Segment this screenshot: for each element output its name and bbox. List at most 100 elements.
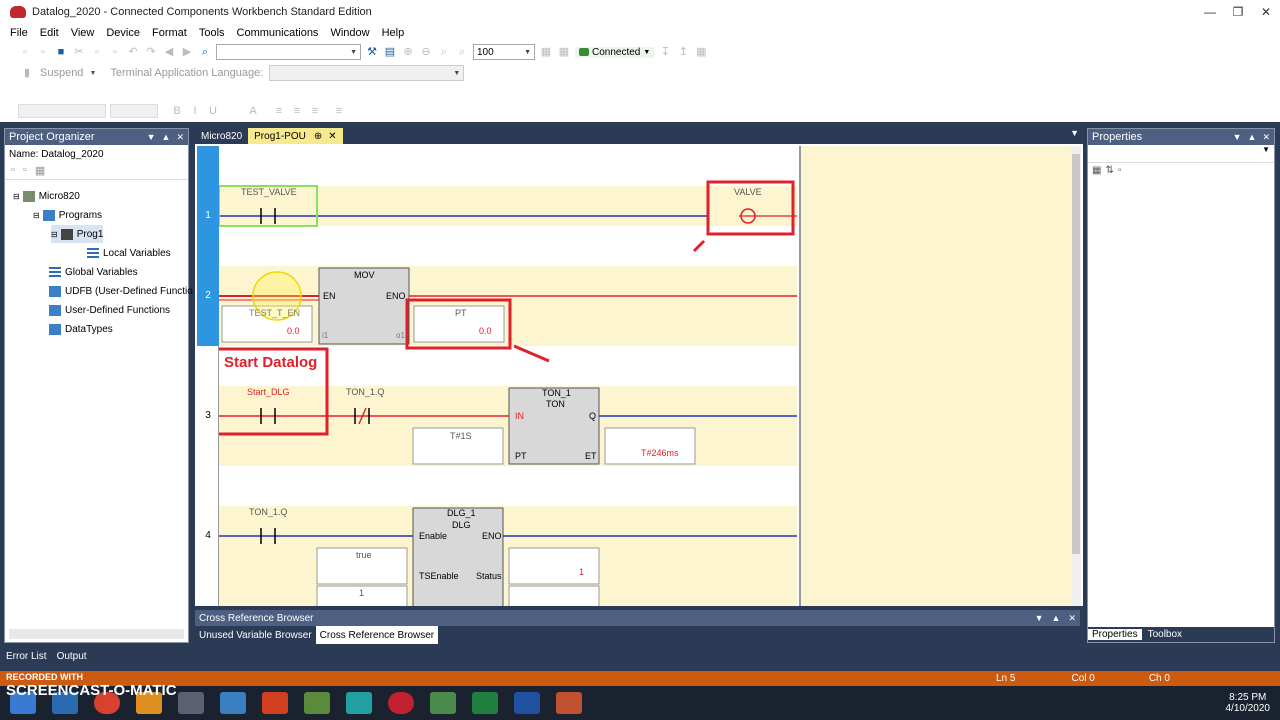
menu-help[interactable]: Help: [376, 27, 411, 39]
list-icon[interactable]: ≡: [332, 105, 346, 117]
zoom-out-icon[interactable]: ⊖: [419, 46, 433, 58]
grid-icon[interactable]: ▦: [35, 164, 45, 179]
back-icon[interactable]: ◀: [162, 46, 176, 58]
app-icon[interactable]: [220, 692, 246, 714]
forward-icon[interactable]: ▶: [180, 46, 194, 58]
pin-icon[interactable]: ▲: [1248, 132, 1257, 143]
tree-item-local-variables[interactable]: Local Variables: [87, 244, 171, 262]
paste-icon[interactable]: ▫: [108, 46, 122, 58]
value-label[interactable]: T#1S: [450, 431, 472, 441]
collapse-icon[interactable]: ▫: [23, 164, 27, 179]
connection-status[interactable]: Connected ▼: [575, 46, 655, 58]
value-label[interactable]: true: [356, 550, 372, 560]
notes-icon[interactable]: [346, 692, 372, 714]
close-icon[interactable]: ✕: [1262, 132, 1270, 143]
tree-item-udf[interactable]: User-Defined Functions: [49, 301, 170, 319]
find-icon[interactable]: ⌕: [198, 46, 212, 58]
ccw-icon[interactable]: [388, 692, 414, 714]
excel-icon[interactable]: [472, 692, 498, 714]
device-icon[interactable]: ▤: [383, 46, 397, 58]
minimize-button[interactable]: —: [1196, 5, 1224, 19]
size-combo[interactable]: [110, 104, 158, 118]
menu-communications[interactable]: Communications: [231, 27, 325, 39]
italic-icon[interactable]: I: [188, 105, 202, 117]
dropdown-icon[interactable]: ▼: [147, 132, 156, 143]
menu-view[interactable]: View: [65, 27, 101, 39]
tree-item-programs[interactable]: ⊟ Programs: [33, 206, 102, 224]
new-icon[interactable]: ▫: [18, 46, 32, 58]
vertical-scrollbar[interactable]: [1071, 146, 1081, 606]
alphabetical-icon[interactable]: ⇅: [1105, 165, 1113, 176]
cut-icon[interactable]: ✂: [72, 46, 86, 58]
suspend-button[interactable]: Suspend: [40, 67, 83, 79]
align-right-icon[interactable]: ≡: [308, 105, 322, 117]
tab-error-list[interactable]: Error List: [6, 651, 47, 662]
align-center-icon[interactable]: ≡: [290, 105, 304, 117]
find-combo[interactable]: ▼: [216, 44, 361, 60]
menu-edit[interactable]: Edit: [34, 27, 65, 39]
variable-label[interactable]: TEST_T_EN: [249, 308, 300, 318]
menu-window[interactable]: Window: [324, 27, 375, 39]
zoom-in-icon[interactable]: ⊕: [401, 46, 415, 58]
contact-label[interactable]: Start_DLG: [247, 387, 290, 397]
contact-label[interactable]: TON_1.Q: [346, 387, 384, 397]
coil-label[interactable]: VALVE: [734, 187, 762, 197]
tree-item-prog1[interactable]: ⊟ Prog1: [51, 225, 104, 243]
close-button[interactable]: ✕: [1252, 5, 1280, 19]
undo-icon[interactable]: ↶: [126, 46, 140, 58]
upload-icon[interactable]: ↥: [676, 46, 690, 58]
clock-time[interactable]: 8:25 PM: [1226, 692, 1271, 703]
calc-icon[interactable]: [304, 692, 330, 714]
align-left-icon[interactable]: ≡: [272, 105, 286, 117]
tab-unused-variable-browser[interactable]: Unused Variable Browser: [195, 626, 316, 644]
close-icon[interactable]: ✕: [1068, 613, 1076, 624]
terminal-language-combo[interactable]: ▼: [269, 65, 465, 81]
properties-combo[interactable]: ▼: [1088, 145, 1274, 163]
maximize-button[interactable]: ❐: [1224, 5, 1252, 19]
media-icon[interactable]: [556, 692, 582, 714]
menu-format[interactable]: Format: [146, 27, 193, 39]
menu-file[interactable]: File: [4, 27, 34, 39]
underline-icon[interactable]: U: [206, 105, 220, 117]
zoom-reset-icon[interactable]: ⌕: [455, 46, 469, 58]
menu-tools[interactable]: Tools: [193, 27, 231, 39]
tab-toolbox[interactable]: Toolbox: [1142, 629, 1188, 640]
tab-dropdown-icon[interactable]: ▼: [1070, 128, 1083, 144]
layout-icon[interactable]: ▦: [539, 46, 553, 58]
draw-icon[interactable]: [262, 692, 288, 714]
bold-icon[interactable]: B: [170, 105, 184, 117]
dropdown-icon[interactable]: ▼: [1233, 132, 1242, 143]
suspend-icon[interactable]: ▮: [20, 67, 34, 79]
download-icon[interactable]: ↧: [658, 46, 672, 58]
expand-icon[interactable]: ▫: [11, 164, 15, 179]
tree-item-global-variables[interactable]: Global Variables: [49, 263, 138, 281]
ladder-diagram[interactable]: TEST_VALVE VALVE MOV EN ENO i1 o1 TEST_T…: [219, 146, 797, 606]
layout2-icon[interactable]: ▦: [557, 46, 571, 58]
contact-label[interactable]: TEST_VALVE: [241, 187, 297, 197]
close-tab-icon[interactable]: ✕: [328, 131, 336, 142]
variable-label[interactable]: PT: [455, 308, 467, 318]
close-icon[interactable]: ✕: [176, 132, 184, 143]
value-label[interactable]: 1: [359, 588, 364, 598]
tab-prog1-pou[interactable]: Prog1-POU ⊕ ✕: [248, 128, 343, 144]
pin-icon[interactable]: ▲: [162, 132, 171, 143]
word-icon[interactable]: [514, 692, 540, 714]
tab-micro820[interactable]: Micro820: [195, 128, 248, 144]
dropdown-icon[interactable]: ▼: [1035, 613, 1044, 624]
menu-device[interactable]: Device: [100, 27, 146, 39]
redo-icon[interactable]: ↷: [144, 46, 158, 58]
pin-icon[interactable]: ▲: [1052, 613, 1061, 624]
settings-icon[interactable]: [430, 692, 456, 714]
clock-date[interactable]: 4/10/2020: [1226, 703, 1271, 714]
pin-icon[interactable]: ⊕: [314, 131, 322, 142]
save-icon[interactable]: ■: [54, 46, 68, 58]
tree-item-datatypes[interactable]: DataTypes: [49, 320, 113, 338]
tool-icon[interactable]: [178, 692, 204, 714]
tab-output[interactable]: Output: [57, 651, 87, 662]
program-mode-icon[interactable]: ▦: [694, 46, 708, 58]
categorized-icon[interactable]: ▦: [1092, 165, 1101, 176]
property-pages-icon[interactable]: ▫: [1118, 165, 1122, 176]
contact-label[interactable]: TON_1.Q: [249, 507, 287, 517]
zoom-fit-icon[interactable]: ⌕: [437, 46, 451, 58]
font-combo[interactable]: [18, 104, 106, 118]
